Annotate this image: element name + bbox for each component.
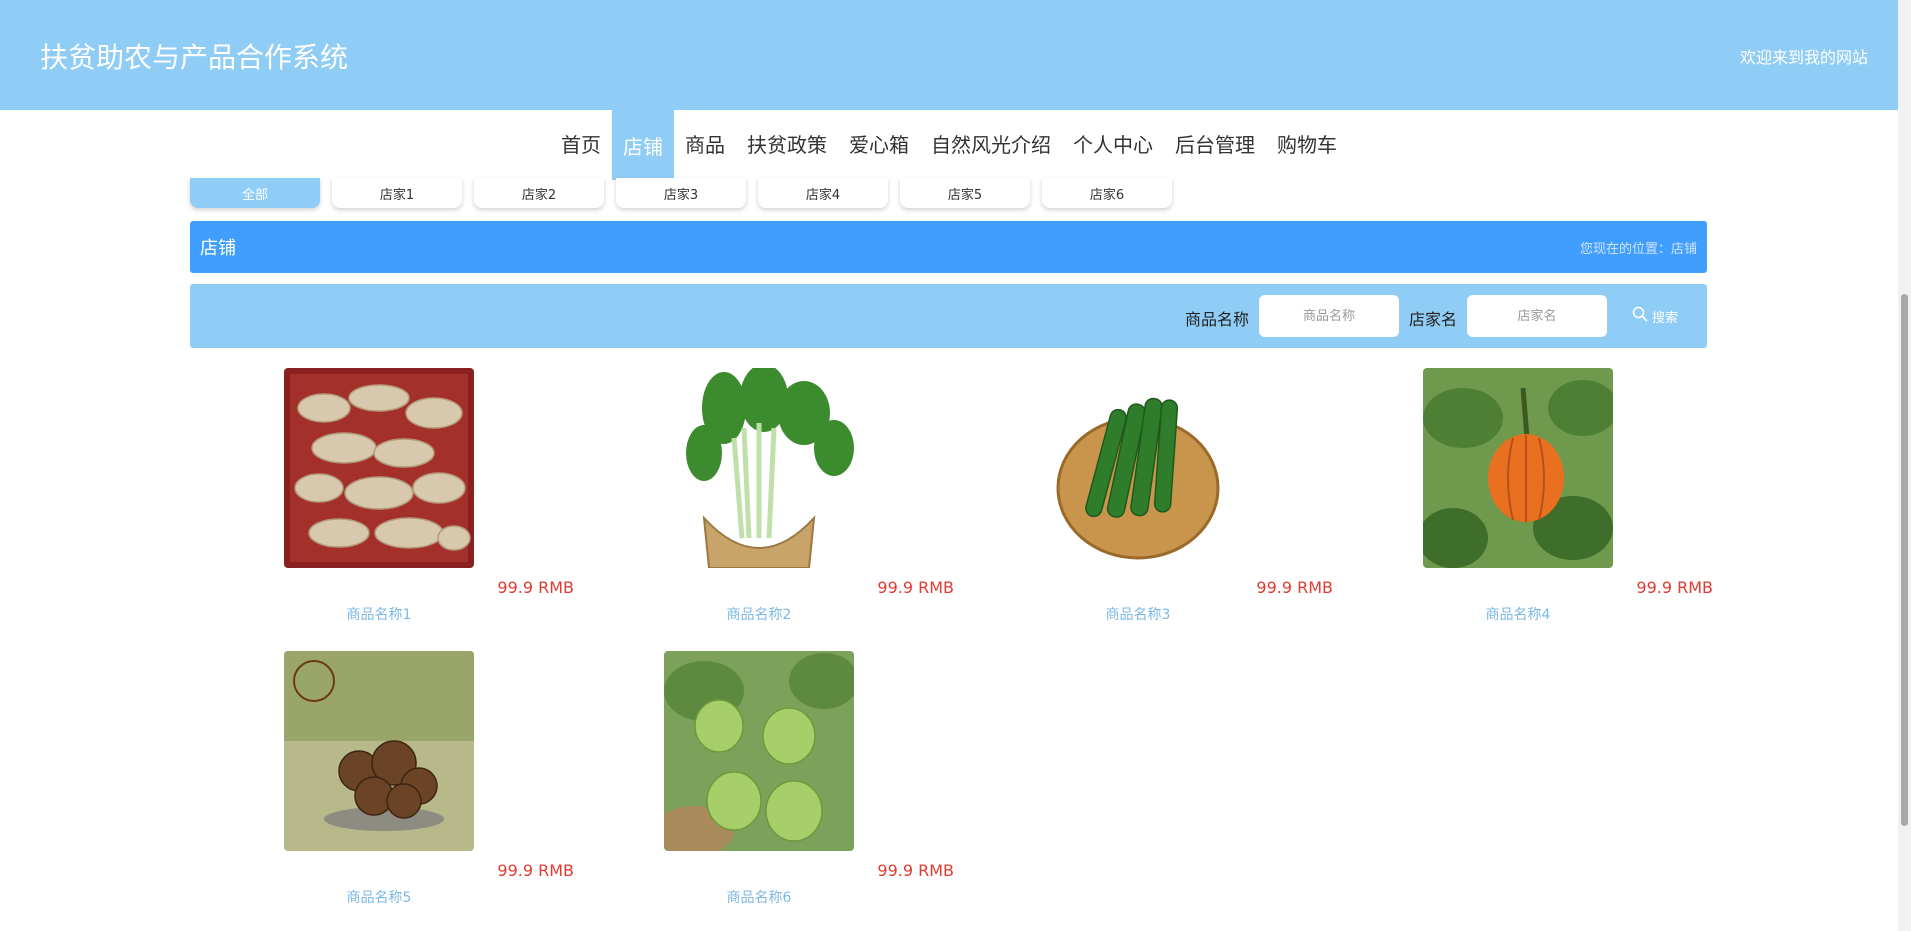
main-nav: 首页 店铺 商品 扶贫政策 爱心箱 自然风光介绍 个人中心 后台管理 购物车 <box>0 110 1898 180</box>
page-scrollbar[interactable] <box>1898 0 1911 931</box>
product-price: 99.9 RMB <box>1636 578 1713 597</box>
product-name[interactable]: 商品名称2 <box>664 604 854 624</box>
nav-item-shops[interactable]: 店铺 <box>612 110 674 180</box>
filter-tab-all[interactable]: 全部 <box>190 178 320 208</box>
welcome-text: 欢迎来到我的网站 <box>1739 48 1868 67</box>
product-card: 99.9 RMB 商品名称1 <box>284 368 574 638</box>
filter-tab-shop-2[interactable]: 店家2 <box>474 178 604 208</box>
shop-name-label: 店家名 <box>1409 310 1458 329</box>
nav-item-policy[interactable]: 扶贫政策 <box>736 108 838 178</box>
product-price: 99.9 RMB <box>497 578 574 597</box>
product-image-leafy-greens[interactable] <box>664 368 854 568</box>
filter-tab-shop-6[interactable]: 店家6 <box>1042 178 1172 208</box>
product-card: 99.9 RMB 商品名称6 <box>664 651 954 921</box>
shop-filter-tabs: 全部 店家1 店家2 店家3 店家4 店家5 店家6 <box>190 178 1172 208</box>
nav-item-home[interactable]: 首页 <box>550 108 612 178</box>
product-name[interactable]: 商品名称5 <box>284 887 474 907</box>
product-image-pumpkin[interactable] <box>1423 368 1613 568</box>
product-name[interactable]: 商品名称6 <box>664 887 854 907</box>
product-image-mushrooms[interactable] <box>284 651 474 851</box>
product-name[interactable]: 商品名称1 <box>284 604 474 624</box>
filter-tab-shop-5[interactable]: 店家5 <box>900 178 1030 208</box>
nav-item-scenery[interactable]: 自然风光介绍 <box>920 108 1062 178</box>
product-price: 99.9 RMB <box>877 861 954 880</box>
section-header-bar: 店铺 您现在的位置：店铺 <box>190 221 1707 273</box>
product-price: 99.9 RMB <box>877 578 954 597</box>
product-image-gourds[interactable] <box>664 651 854 851</box>
search-button-label: 搜索 <box>1652 310 1679 326</box>
site-title: 扶贫助农与产品合作系统 <box>40 41 349 74</box>
nav-item-charity-box[interactable]: 爱心箱 <box>838 108 920 178</box>
product-image-cucumbers[interactable] <box>1043 368 1233 568</box>
scrollbar-thumb[interactable] <box>1901 294 1908 826</box>
product-price: 99.9 RMB <box>497 861 574 880</box>
search-bar: 商品名称 店家名 搜索 <box>190 284 1707 348</box>
nav-item-cart[interactable]: 购物车 <box>1266 108 1348 178</box>
search-icon <box>1632 306 1648 326</box>
product-price: 99.9 RMB <box>1256 578 1333 597</box>
nav-item-personal-center[interactable]: 个人中心 <box>1062 108 1164 178</box>
product-card: 99.9 RMB 商品名称4 <box>1423 368 1713 638</box>
site-header: 扶贫助农与产品合作系统 欢迎来到我的网站 <box>0 0 1898 110</box>
product-image-ginger[interactable] <box>284 368 474 568</box>
nav-item-admin[interactable]: 后台管理 <box>1164 108 1266 178</box>
filter-tab-shop-1[interactable]: 店家1 <box>332 178 462 208</box>
filter-tab-shop-3[interactable]: 店家3 <box>616 178 746 208</box>
breadcrumb: 您现在的位置：店铺 <box>1579 242 1697 257</box>
product-name-label: 商品名称 <box>1185 310 1250 329</box>
product-card: 99.9 RMB 商品名称2 <box>664 368 954 638</box>
product-name[interactable]: 商品名称4 <box>1423 604 1613 624</box>
product-card: 99.9 RMB 商品名称3 <box>1043 368 1333 638</box>
nav-item-products[interactable]: 商品 <box>674 108 736 178</box>
product-name[interactable]: 商品名称3 <box>1043 604 1233 624</box>
filter-tab-shop-4[interactable]: 店家4 <box>758 178 888 208</box>
product-card: 99.9 RMB 商品名称5 <box>284 651 574 921</box>
search-button[interactable]: 搜索 <box>1632 300 1692 332</box>
shop-name-input[interactable] <box>1467 295 1607 337</box>
section-title: 店铺 <box>200 238 236 259</box>
product-name-input[interactable] <box>1259 295 1399 337</box>
